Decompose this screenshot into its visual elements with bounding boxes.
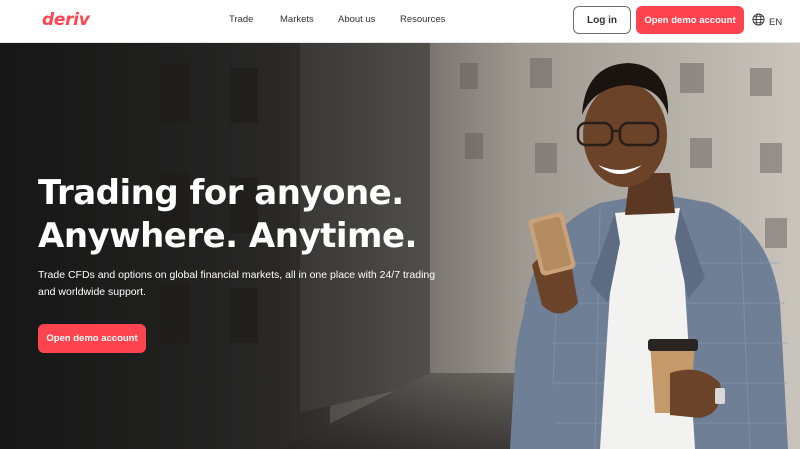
language-selector[interactable]: EN <box>752 13 782 31</box>
nav-item-about-us[interactable]: About us <box>338 14 376 25</box>
nav-item-markets[interactable]: Markets <box>280 14 314 25</box>
hero-subtitle-line-2: and worldwide support. <box>38 286 146 298</box>
hero-title-line-1: Trading for anyone. <box>38 173 404 213</box>
hero-subtitle-line-1: Trade CFDs and options on global financi… <box>38 269 436 281</box>
nav-item-resources[interactable]: Resources <box>400 14 445 25</box>
language-label: EN <box>769 16 783 28</box>
hero-subtitle: Trade CFDs and options on global financi… <box>38 267 438 301</box>
open-demo-account-button-hero[interactable]: Open demo account <box>38 324 146 353</box>
hero-section: Trading for anyone. Anywhere. Anytime. T… <box>0 43 800 449</box>
open-demo-account-button-header[interactable]: Open demo account <box>636 6 744 34</box>
hero-person-image <box>510 63 788 449</box>
site-header: deriv Trade Markets About us Resources L… <box>0 0 800 43</box>
nav-item-trade[interactable]: Trade <box>229 14 253 25</box>
hero-title-line-2: Anywhere. Anytime. <box>38 216 417 256</box>
globe-icon <box>752 13 765 31</box>
login-button[interactable]: Log in <box>573 6 631 34</box>
hero-title: Trading for anyone. Anywhere. Anytime. <box>38 172 417 258</box>
